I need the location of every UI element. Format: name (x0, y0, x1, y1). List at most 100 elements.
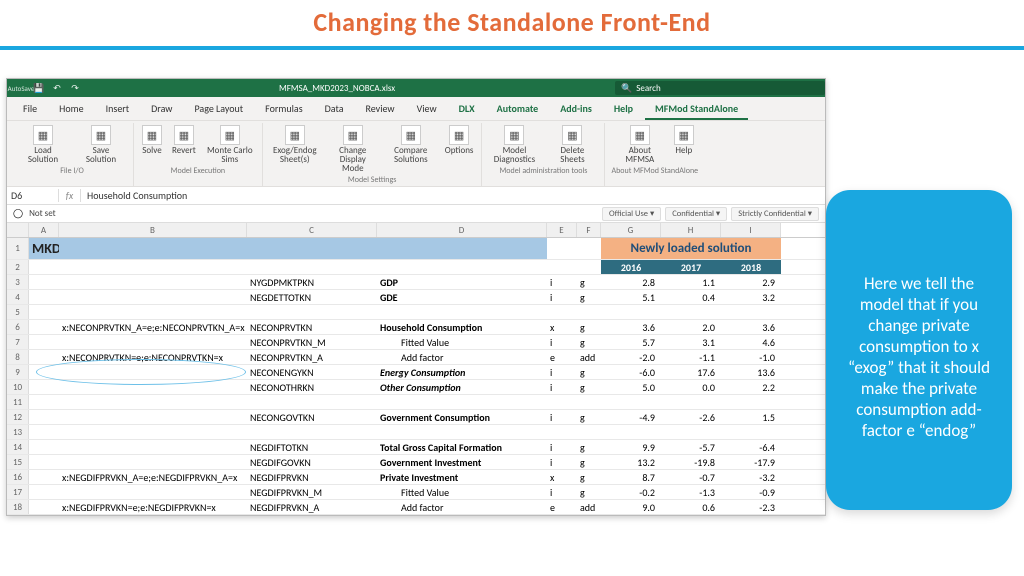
tab-review[interactable]: Review (356, 99, 405, 120)
tab-draw[interactable]: Draw (141, 99, 182, 120)
shield-icon: ◯ (13, 208, 23, 219)
ribbon-model-diagnostics[interactable]: ▦Model Diagnostics (488, 125, 540, 164)
ribbon-load-solution[interactable]: ▦Load Solution (17, 125, 69, 164)
ribbon-icon: ▦ (91, 125, 111, 145)
table-row[interactable]: 11 (7, 395, 825, 410)
tab-dlx[interactable]: DLX (449, 99, 485, 120)
undo-icon[interactable]: ↶ (51, 82, 63, 94)
row-num: 1 (7, 238, 29, 259)
col-head[interactable]: D (377, 223, 547, 237)
table-row[interactable]: 4NEGDETTOTKNGDEig5.10.43.2 (7, 290, 825, 305)
col-head[interactable]: C (247, 223, 377, 237)
ribbon-icon: ▦ (401, 125, 421, 145)
classification-official-use[interactable]: Official Use ▾ (602, 207, 661, 221)
ribbon-options[interactable]: ▦Options (443, 125, 476, 173)
formula-bar: D6 fx Household Consumption (7, 187, 825, 205)
ribbon-icon: ▦ (630, 125, 650, 145)
search-icon: 🔍 (621, 83, 632, 94)
ribbon-revert[interactable]: ▦Revert (170, 125, 198, 164)
table-row[interactable]: 16x:NEGDIFPRVKN_A=e;e:NEGDIFPRVKN_A=xNEG… (7, 470, 825, 485)
group-label: Model Execution (171, 166, 226, 176)
ribbon: ▦Load Solution▦Save Solution File I/O ▦Sol… (7, 120, 825, 187)
year-2017: 2017 (661, 260, 721, 274)
table-row[interactable]: 3NYGDPMKTPKNGDPig2.81.12.9 (7, 275, 825, 290)
table-row[interactable]: 7NECONPRVTKN_MFitted Valueig5.73.14.6 (7, 335, 825, 350)
tab-view[interactable]: View (407, 99, 447, 120)
table-row[interactable]: 15NEGDIFGOVKNGovernment Investmentig13.2… (7, 455, 825, 470)
col-head[interactable]: A (29, 223, 59, 237)
save-icon[interactable]: 💾 (33, 82, 45, 94)
tab-formulas[interactable]: Formulas (255, 99, 312, 120)
table-row[interactable]: 6x:NECONPRVTKN_A=e;e:NECONPRVTKN_A=xNECO… (7, 320, 825, 335)
classification-notset: Not set (29, 208, 56, 219)
tab-add-ins[interactable]: Add-ins (550, 99, 602, 120)
redo-icon[interactable]: ↷ (69, 82, 81, 94)
worksheet[interactable]: ABCDEFGHI 1 MKD Newly loaded solution 2 … (7, 223, 825, 515)
col-head[interactable]: I (721, 223, 781, 237)
ribbon-solve[interactable]: ▦Solve (140, 125, 164, 164)
table-row[interactable]: 9NECONENGYKNEnergy Consumptionig-6.017.6… (7, 365, 825, 380)
col-head[interactable]: G (601, 223, 661, 237)
table-row[interactable]: 18x:NEGDIFPRVKN=e;e:NEGDIFPRVKN=xNEGDIFP… (7, 500, 825, 515)
ribbon-tabs: FileHomeInsertDrawPage LayoutFormulasDat… (7, 97, 825, 120)
table-row[interactable]: 13 (7, 425, 825, 440)
slide-title: Changing the Standalone Front-End (0, 0, 1024, 42)
fx-icon[interactable]: fx (59, 189, 81, 202)
ribbon-delete-sheets[interactable]: ▦Delete Sheets (546, 125, 598, 164)
name-box[interactable]: D6 (7, 189, 59, 202)
ribbon-icon: ▦ (285, 125, 305, 145)
ribbon-change-display-mode[interactable]: ▦Change Display Mode (327, 125, 379, 173)
tab-automate[interactable]: Automate (487, 99, 549, 120)
tab-insert[interactable]: Insert (96, 99, 140, 120)
titlebar: AutoSave 💾 ↶ ↷ MFMSA_MKD2023_NOBCA.xlsx … (7, 79, 825, 97)
table-row[interactable]: 17NEGDIFPRVKN_MFitted Valueig-0.2-1.3-0.… (7, 485, 825, 500)
classification-strictly-confidential[interactable]: Strictly Confidential ▾ (731, 207, 819, 221)
tab-page-layout[interactable]: Page Layout (184, 99, 253, 120)
group-label: Model Settings (348, 175, 396, 185)
ribbon-exog-endog-sheet-s-[interactable]: ▦Exog/Endog Sheet(s) (269, 125, 321, 173)
tab-help[interactable]: Help (604, 99, 643, 120)
ribbon-icon: ▦ (562, 125, 582, 145)
table-row[interactable]: 12NECONGOVTKNGovernment Consumptionig-4.… (7, 410, 825, 425)
group-label: File I/O (60, 166, 84, 176)
tab-data[interactable]: Data (315, 99, 354, 120)
tab-home[interactable]: Home (49, 99, 93, 120)
formula-input[interactable]: Household Consumption (81, 189, 825, 202)
year-2018: 2018 (721, 260, 781, 274)
autosave-toggle[interactable]: AutoSave (15, 82, 27, 94)
tab-mfmod-standalone[interactable]: MFMod StandAlone (645, 99, 748, 120)
classification-confidential[interactable]: Confidential ▾ (665, 207, 727, 221)
ribbon-monte-carlo-sims[interactable]: ▦Monte Carlo Sims (204, 125, 256, 164)
group-label: About MFMod StandAlone (611, 166, 698, 176)
ribbon-help[interactable]: ▦Help (672, 125, 696, 164)
classification-bar: ◯ Not set Official Use ▾ Confidential ▾ St… (7, 205, 825, 223)
col-head[interactable]: F (577, 223, 601, 237)
table-row[interactable]: 14NEGDIFTOTKNTotal Gross Capital Formati… (7, 440, 825, 455)
group-label: Model administration tools (499, 166, 587, 176)
col-head[interactable]: H (661, 223, 721, 237)
col-head[interactable]: E (547, 223, 577, 237)
ribbon-icon: ▦ (174, 125, 194, 145)
ribbon-about-mfmsa[interactable]: ▦About MFMSA (614, 125, 666, 164)
year-2016: 2016 (601, 260, 661, 274)
ribbon-icon: ▦ (220, 125, 240, 145)
col-head[interactable]: B (59, 223, 247, 237)
ribbon-icon: ▦ (504, 125, 524, 145)
tab-file[interactable]: File (13, 99, 47, 120)
file-name: MFMSA_MKD2023_NOBCA.xlsx (279, 83, 395, 94)
table-row[interactable]: 10NECONOTHRKNOther Consumptionig5.00.02.… (7, 380, 825, 395)
callout-box: Here we tell the model that if you chang… (826, 190, 1012, 510)
table-row[interactable]: 8x:NECONPRVTKN=e;e:NECONPRVTKN=xNECONPRV… (7, 350, 825, 365)
table-row[interactable]: 5 (7, 305, 825, 320)
mkd-label: MKD (32, 240, 59, 257)
ribbon-icon: ▦ (142, 125, 162, 145)
excel-window: AutoSave 💾 ↶ ↷ MFMSA_MKD2023_NOBCA.xlsx … (6, 78, 826, 516)
ribbon-save-solution[interactable]: ▦Save Solution (75, 125, 127, 164)
search-box[interactable]: 🔍 Search (615, 81, 825, 95)
ribbon-icon: ▦ (449, 125, 469, 145)
ribbon-compare-solutions[interactable]: ▦Compare Solutions (385, 125, 437, 173)
ribbon-icon: ▦ (674, 125, 694, 145)
newly-loaded-header: Newly loaded solution (631, 241, 752, 256)
col-head[interactable] (7, 223, 29, 237)
ribbon-icon: ▦ (33, 125, 53, 145)
